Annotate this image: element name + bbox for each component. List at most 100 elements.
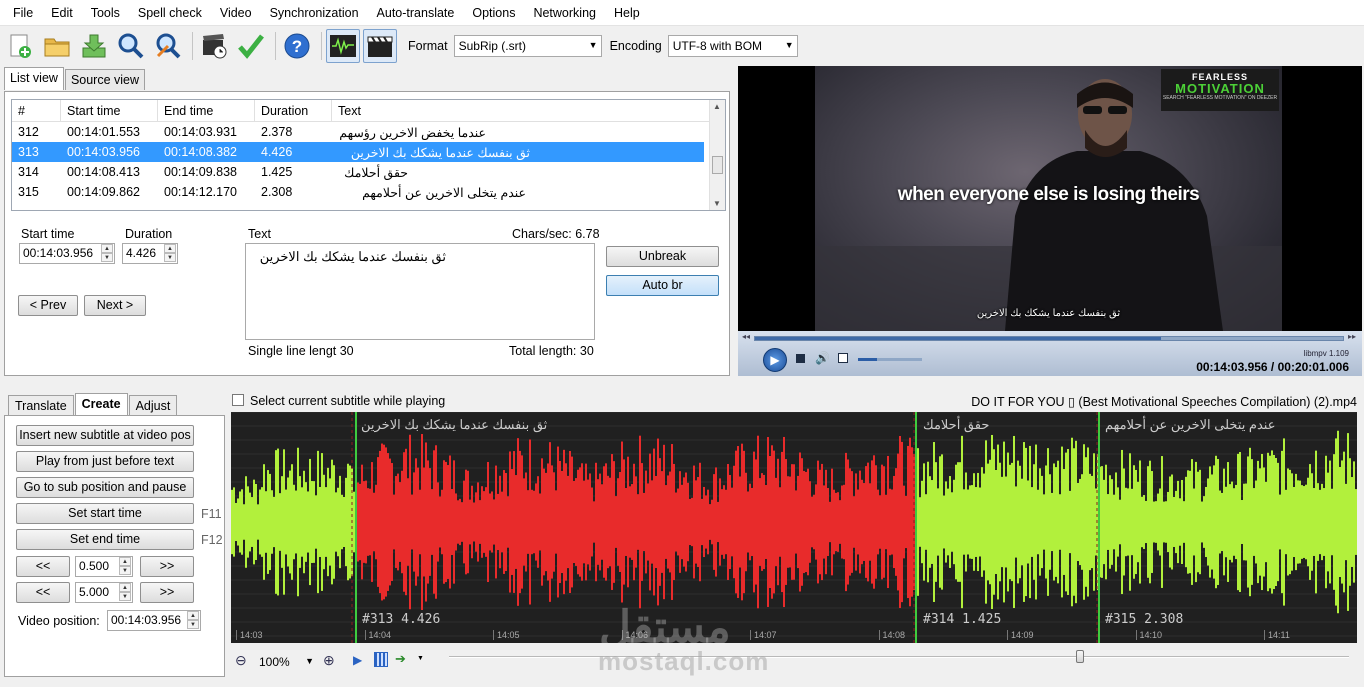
auto-br-button[interactable]: Auto br [606,275,719,296]
unbreak-button[interactable]: Unbreak [606,246,719,267]
menu-file[interactable]: File [4,0,42,26]
duration-value: 4.426 [126,246,157,260]
waveform-bar-selected [671,444,673,600]
subtitle-text-editor[interactable]: ثق بنفسك عندما يشكك بك الاخرين [245,243,595,340]
spin-up-icon[interactable]: ▲ [119,583,131,592]
help-button[interactable]: ? [280,29,314,63]
menu-tools[interactable]: Tools [82,0,129,26]
duration-input[interactable]: 4.426 ▲ ▼ [122,243,178,264]
play-before-button[interactable]: Play from just before text [16,451,194,472]
menu-help[interactable]: Help [605,0,649,26]
fullscreen-icon[interactable] [838,353,848,363]
scroll-up-arrow-icon[interactable]: ▲ [713,102,721,111]
spin-down-icon[interactable]: ▼ [119,592,131,601]
new-file-button[interactable] [3,29,37,63]
encoding-select[interactable]: UTF-8 with BOM ▼ [667,35,798,57]
zoom-select[interactable]: 100% ▼ [255,652,317,672]
play-selection-icon[interactable]: ▶ [353,653,362,667]
scrollbar-thumb[interactable] [712,156,723,174]
toggle-video-button[interactable] [363,29,397,63]
col-text[interactable]: Text [332,100,692,121]
tab-translate[interactable]: Translate [8,395,74,415]
waveform-bar-selected [629,486,631,558]
video-frame[interactable]: FEARLESS MOTIVATION SEARCH "FEARLESS MOT… [815,66,1282,331]
waveform-slider-thumb[interactable] [1076,650,1084,663]
fast-forward-icon[interactable]: ▸▸ [1348,332,1356,341]
format-select[interactable]: SubRip (.srt) ▼ [453,35,602,57]
stop-icon[interactable] [796,354,805,363]
waveform-bar [1113,494,1115,550]
tab-adjust[interactable]: Adjust [128,395,178,415]
waveform-canvas[interactable] [231,412,1357,643]
spin-up-icon[interactable]: ▲ [164,244,176,253]
waveform-bar-selected [825,469,827,575]
spell-check-button[interactable] [234,29,268,63]
set-start-time-button[interactable]: Set start time [16,503,194,524]
zoom-out-icon[interactable]: ⊖ [235,652,247,669]
table-row-selected[interactable]: 313 00:14:03.956 00:14:08.382 4.426 ثق ب… [12,142,704,162]
visual-sync-button[interactable] [197,29,231,63]
rewind-icon[interactable]: ◂◂ [742,332,750,341]
col-duration[interactable]: Duration [255,100,332,121]
menu-networking[interactable]: Networking [524,0,605,26]
grid-scrollbar[interactable]: ▲ ▼ [709,100,725,210]
tab-source-view[interactable]: Source view [64,69,146,90]
set-end-time-button[interactable]: Set end time [16,529,194,550]
spin-down-icon[interactable]: ▼ [101,253,113,262]
zoom-in-icon[interactable]: ⊕ [323,652,335,669]
next-arrows-icon[interactable]: ➔ [395,651,406,667]
prev-button[interactable]: < Prev [18,295,78,316]
menu-video[interactable]: Video [211,0,261,26]
audio-waveform[interactable]: ثق بنفسك عندما يشكك بك الاخرين حقق أحلام… [231,412,1357,643]
col-number[interactable]: # [12,100,61,121]
spin-up-icon[interactable]: ▲ [119,557,131,566]
menu-spell-check[interactable]: Spell check [129,0,211,26]
toggle-waveform-button[interactable] [326,29,360,63]
chevron-down-icon[interactable]: ▼ [417,655,424,662]
tab-create[interactable]: Create [74,393,128,415]
scroll-down-arrow-icon[interactable]: ▼ [713,199,721,208]
next-button[interactable]: Next > [84,295,146,316]
video-player[interactable]: FEARLESS MOTIVATION SEARCH "FEARLESS MOT… [738,66,1362,376]
goto-pause-button[interactable]: Go to sub position and pause [16,477,194,498]
waveform-bar-selected [547,463,549,581]
video-seek-bar[interactable] [754,336,1344,341]
menu-auto-translate[interactable]: Auto-translate [368,0,464,26]
find-button[interactable] [114,29,148,63]
menu-edit[interactable]: Edit [42,0,82,26]
table-row[interactable]: 314 00:14:08.413 00:14:09.838 1.425 حقق … [12,162,725,182]
waveform-bar-selected [587,479,589,565]
volume-slider[interactable] [858,358,922,361]
menu-synchronization[interactable]: Synchronization [261,0,368,26]
step-fwd-small-button[interactable]: >> [140,556,194,577]
video-position-input[interactable]: 00:14:03.956 ▲ ▼ [107,610,201,631]
step-back-small-button[interactable]: << [16,556,70,577]
col-end-time[interactable]: End time [158,100,255,121]
play-button[interactable]: ▶ [763,348,787,372]
waveform-bar [311,481,313,563]
table-row[interactable]: 312 00:14:01.553 00:14:03.931 2.378 عندم… [12,122,725,142]
waveform-bar-selected [505,473,507,571]
insert-subtitle-button[interactable]: Insert new subtitle at video pos [16,425,194,446]
spin-up-icon[interactable]: ▲ [101,244,113,253]
table-row[interactable]: 315 00:14:09.862 00:14:12.170 2.308 عندم… [12,182,725,202]
spin-down-icon[interactable]: ▼ [164,253,176,262]
step-small-input[interactable]: 0.500 ▲ ▼ [75,556,133,577]
save-button[interactable] [77,29,111,63]
col-start-time[interactable]: Start time [61,100,158,121]
replace-button[interactable] [151,29,185,63]
step-large-input[interactable]: 5.000 ▲ ▼ [75,582,133,603]
spin-down-icon[interactable]: ▼ [187,620,199,629]
step-fwd-large-button[interactable]: >> [140,582,194,603]
spin-down-icon[interactable]: ▼ [119,566,131,575]
menu-options[interactable]: Options [463,0,524,26]
start-time-input[interactable]: 00:14:03.956 ▲ ▼ [19,243,115,264]
step-back-large-button[interactable]: << [16,582,70,603]
waveform-position-slider[interactable] [449,656,1349,658]
select-while-playing-checkbox[interactable] [232,394,244,406]
tab-list-view[interactable]: List view [4,67,64,90]
open-file-button[interactable] [40,29,74,63]
spin-up-icon[interactable]: ▲ [187,611,199,620]
volume-icon[interactable]: 🔊 [815,351,830,365]
spectrogram-icon[interactable] [374,652,388,667]
